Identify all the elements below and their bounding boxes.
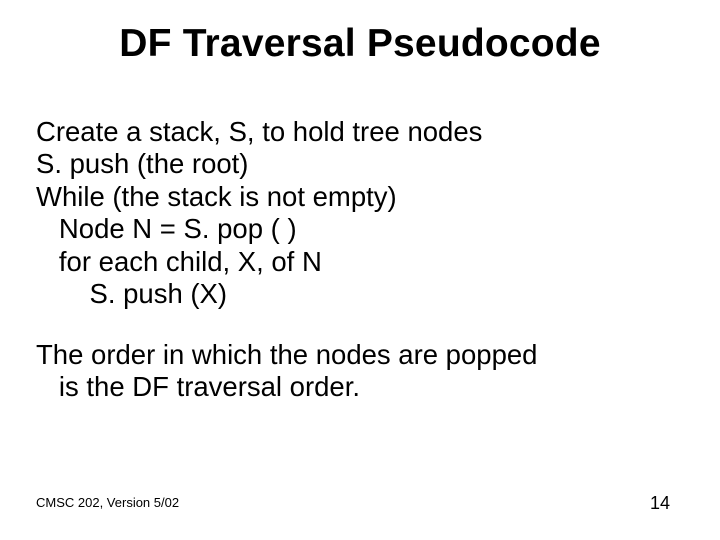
footer-course: CMSC 202, Version 5/02	[36, 495, 179, 510]
page-number: 14	[650, 493, 670, 514]
code-line: Create a stack, S, to hold tree nodes	[36, 116, 482, 147]
code-line: Node N = S. pop ( )	[36, 213, 297, 244]
explanation-line: The order in which the nodes are popped	[36, 339, 537, 370]
slide-title: DF Traversal Pseudocode	[0, 0, 720, 66]
code-line: for each child, X, of N	[36, 246, 322, 277]
slide-body: Create a stack, S, to hold tree nodes S.…	[36, 116, 537, 404]
code-line: While (the stack is not empty)	[36, 181, 397, 212]
explanation-line: is the DF traversal order.	[36, 371, 360, 402]
code-line: S. push (X)	[36, 278, 227, 309]
code-line: S. push (the root)	[36, 148, 248, 179]
explanation-block: The order in which the nodes are popped …	[36, 339, 537, 404]
pseudocode-block: Create a stack, S, to hold tree nodes S.…	[36, 116, 537, 311]
